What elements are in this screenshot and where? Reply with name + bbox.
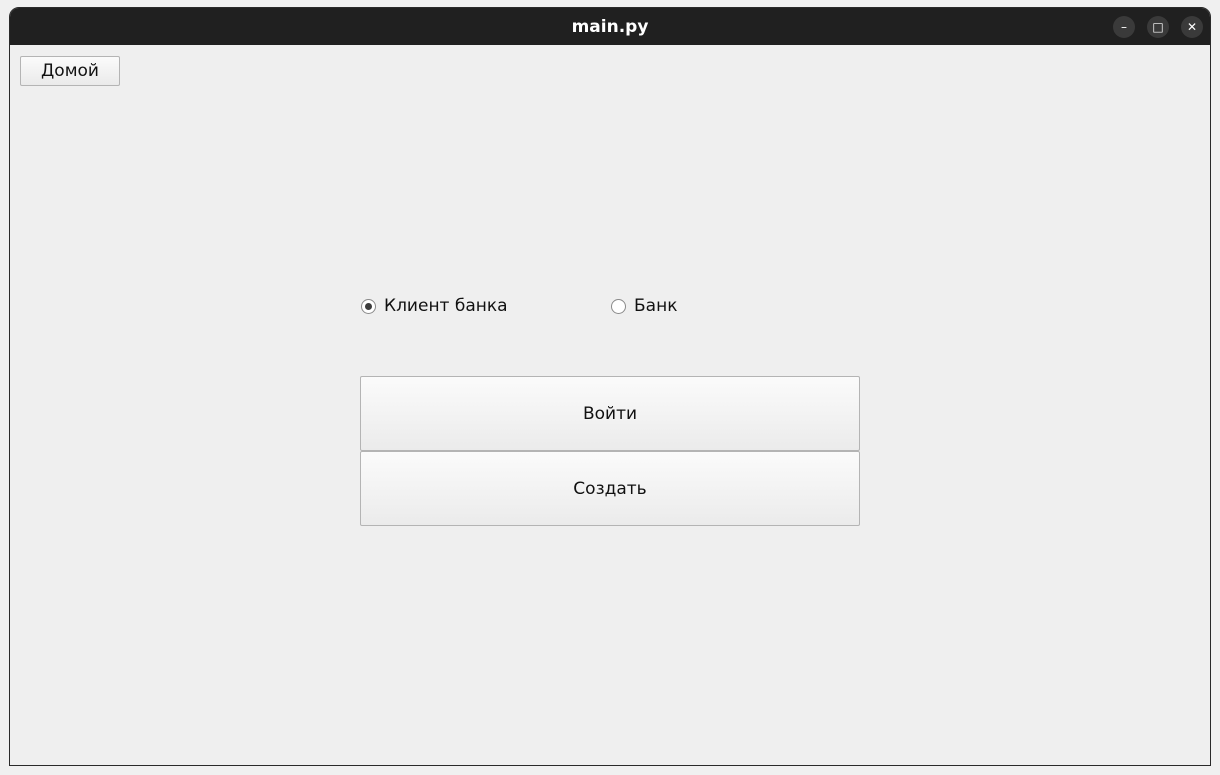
title-bar[interactable]: main.py – □ ✕ — [10, 8, 1210, 45]
window-title: main.py — [571, 16, 649, 37]
radio-bank-label: Банк — [634, 296, 678, 316]
app-window: main.py – □ ✕ Домой Клиент банка Банк Во… — [9, 7, 1211, 766]
login-button[interactable]: Войти — [360, 376, 860, 451]
home-button[interactable]: Домой — [20, 56, 120, 86]
maximize-icon: □ — [1152, 20, 1164, 34]
close-icon: ✕ — [1186, 20, 1198, 34]
minimize-button[interactable]: – — [1113, 16, 1135, 38]
radio-client-indicator[interactable] — [361, 298, 376, 314]
radio-client-option[interactable]: Клиент банка — [361, 296, 508, 316]
create-button[interactable]: Создать — [360, 451, 860, 526]
main-content: Домой Клиент банка Банк Войти Создать — [10, 45, 1210, 765]
close-button[interactable]: ✕ — [1181, 16, 1203, 38]
radio-client-label: Клиент банка — [384, 296, 508, 316]
minimize-icon: – — [1121, 20, 1127, 34]
radio-bank-option[interactable]: Банк — [611, 296, 677, 316]
maximize-button[interactable]: □ — [1147, 16, 1169, 38]
radio-bank-indicator[interactable] — [611, 298, 626, 314]
